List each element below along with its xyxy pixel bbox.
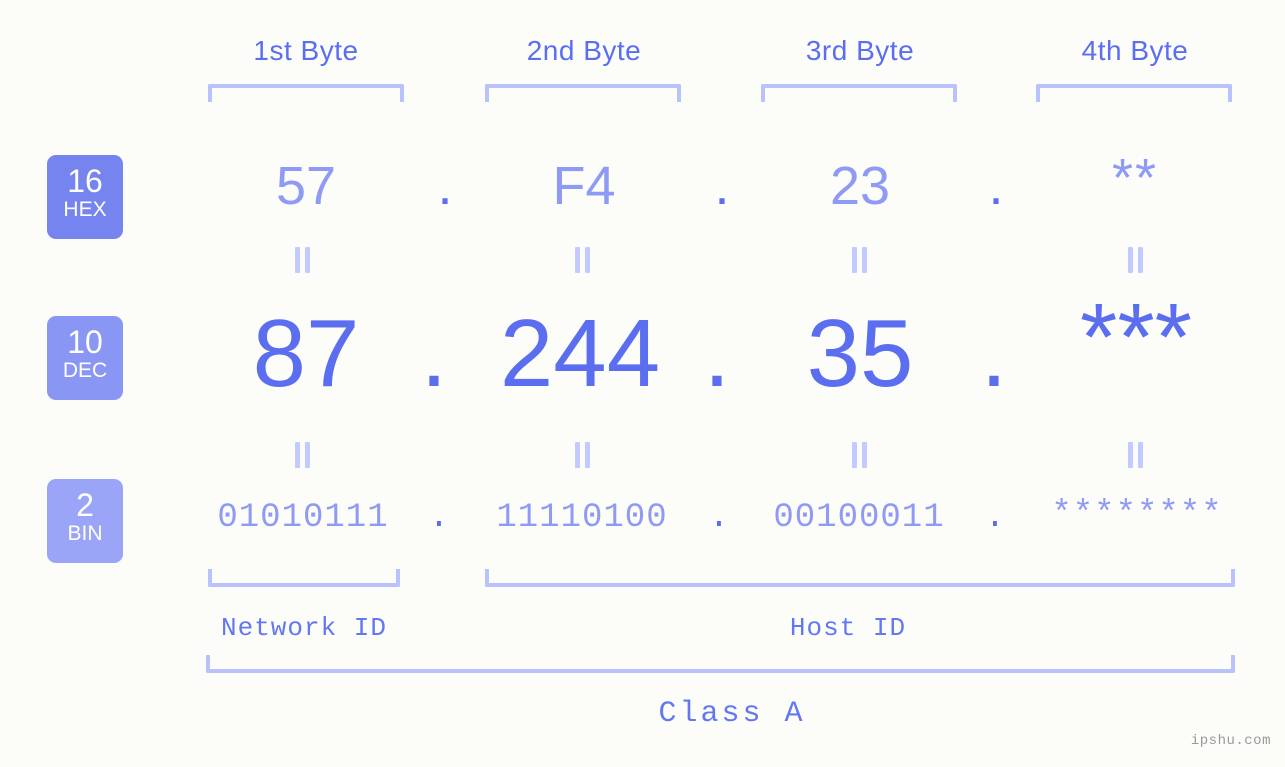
radix-badge-dec-number: 10 <box>67 324 103 360</box>
class-label: Class A <box>658 697 806 731</box>
hex-byte-3: 23 <box>829 156 891 216</box>
bin-separator-3: . <box>984 499 1006 537</box>
radix-badge-bin-name: BIN <box>67 522 103 545</box>
byte-bracket-2 <box>485 84 681 102</box>
byte-header-4: 4th Byte <box>1081 35 1189 66</box>
host-id-bracket <box>485 569 1235 587</box>
hex-separator-3: . <box>988 156 1004 216</box>
equality-connector-dec-bin-2 <box>574 442 592 468</box>
dec-byte-2: 244 <box>499 300 661 407</box>
host-id-label: Host ID <box>789 613 907 643</box>
radix-badge-hex-name: HEX <box>63 198 107 221</box>
byte-header-2: 2nd Byte <box>526 35 642 66</box>
bin-byte-1: 01010111 <box>217 499 389 537</box>
equality-connector-hex-dec-2 <box>574 247 592 273</box>
radix-badge-dec-name: DEC <box>62 359 108 382</box>
class-bracket <box>206 655 1235 673</box>
dec-separator-3: . <box>980 300 1008 407</box>
equality-connector-hex-dec-4 <box>1127 247 1145 273</box>
dec-separator-2: . <box>703 300 731 407</box>
ip-address-breakdown-diagram: 1st Byte 2nd Byte 3rd Byte 4th Byte 16 H… <box>0 0 1285 767</box>
hex-byte-2: F4 <box>552 156 616 216</box>
network-id-bracket <box>208 569 400 587</box>
dec-byte-4: *** <box>1079 284 1193 391</box>
bin-byte-3: 00100011 <box>773 499 945 537</box>
byte-header-1: 1st Byte <box>253 35 359 66</box>
dec-separator-1: . <box>420 300 448 407</box>
network-id-label: Network ID <box>220 613 388 643</box>
dec-byte-3: 35 <box>806 300 914 407</box>
bin-byte-4: ******** <box>1051 496 1223 534</box>
equality-connector-hex-dec-1 <box>294 247 312 273</box>
equality-connector-hex-dec-3 <box>851 247 869 273</box>
bin-separator-2: . <box>708 499 730 537</box>
bin-separator-1: . <box>428 499 450 537</box>
byte-bracket-4 <box>1036 84 1232 102</box>
site-watermark: ipshu.com <box>1190 733 1271 749</box>
radix-badge-bin: 2 BIN <box>47 479 123 563</box>
byte-bracket-1 <box>208 84 404 102</box>
dec-byte-1: 87 <box>252 300 360 407</box>
equality-connector-dec-bin-1 <box>294 442 312 468</box>
bin-byte-2: 11110100 <box>496 499 668 537</box>
byte-header-3: 3rd Byte <box>805 35 915 66</box>
radix-badge-bin-number: 2 <box>76 487 94 523</box>
hex-separator-1: . <box>437 156 453 216</box>
radix-badge-hex: 16 HEX <box>47 155 123 239</box>
equality-connector-dec-bin-3 <box>851 442 869 468</box>
hex-separator-2: . <box>714 156 730 216</box>
hex-byte-1: 57 <box>275 156 337 216</box>
equality-connector-dec-bin-4 <box>1127 442 1145 468</box>
radix-badge-hex-number: 16 <box>67 163 103 199</box>
byte-bracket-3 <box>761 84 957 102</box>
radix-badge-dec: 10 DEC <box>47 316 123 400</box>
hex-byte-4: ** <box>1111 148 1159 208</box>
